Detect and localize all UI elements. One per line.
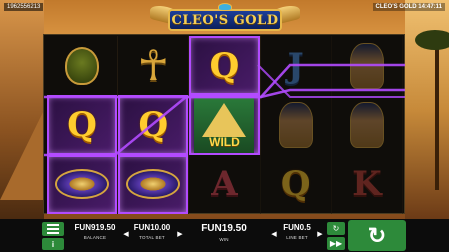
line-bet-label: LINE BET (286, 235, 308, 240)
pyramid-icon (202, 102, 247, 137)
game-logo: CLEO'S GOLD (150, 2, 300, 33)
wild-label: WILD (209, 134, 240, 149)
total-bet-label: TOTAL BET (139, 235, 165, 240)
wild-pyramid-symbol: WILD (194, 96, 255, 153)
menu-button[interactable] (42, 222, 64, 236)
reel-cell: Q (189, 36, 261, 96)
symbol-q: Q (209, 45, 240, 86)
line-bet-display: FUN0.5 LINE BET (278, 223, 316, 240)
cleopatra-symbol-icon (349, 101, 384, 148)
balance-display: FUN919.50 BALANCE (72, 223, 118, 240)
palm-tree-trunk (435, 40, 439, 190)
logo-gem-icon (218, 3, 232, 11)
reel-cell: A (189, 154, 261, 214)
menu-icon-line (47, 232, 59, 234)
menu-icon-line (47, 228, 59, 230)
symbol-q: Q (280, 164, 311, 205)
turbo-button[interactable]: ▶▶ (327, 237, 345, 250)
reel-cell (332, 36, 403, 96)
cleopatra-symbol-icon (349, 42, 384, 89)
pyramid-background (0, 110, 44, 200)
total-bet-value: FUN10.00 (133, 223, 171, 232)
reel-cell (47, 154, 119, 214)
symbol-k: K (352, 164, 382, 205)
win-display: FUN19.50 WIN (196, 223, 252, 242)
line-bet-increase-button[interactable]: ▶ (316, 229, 324, 239)
win-label: WIN (219, 237, 229, 242)
symbol-j: J (287, 45, 304, 86)
desert-scenery-right (405, 0, 449, 220)
reel-cell: WILD (189, 95, 261, 155)
reel-cell (332, 95, 403, 155)
info-button[interactable]: i (42, 238, 64, 250)
total-bet-display: FUN10.00 TOTAL BET (130, 223, 174, 240)
reel-cell: ☥ (118, 36, 190, 96)
symbol-q: Q (138, 104, 169, 145)
cleopatra-symbol-icon (278, 101, 313, 148)
balance-value: FUN919.50 (74, 223, 116, 232)
palm-tree-leaves (415, 30, 449, 50)
total-bet-increase-button[interactable]: ▶ (176, 229, 184, 239)
symbol-q: Q (67, 104, 97, 145)
menu-icon-line (47, 224, 59, 226)
line-bet-value: FUN0.5 (283, 223, 311, 232)
win-value: FUN19.50 (201, 223, 247, 234)
game-clock: CLEO'S GOLD 14:47:11 (372, 3, 445, 11)
total-bet-decrease-button[interactable]: ◀ (122, 229, 130, 239)
spin-button[interactable]: ↻ (348, 220, 406, 251)
reel-cell: Q (47, 95, 119, 155)
reel-cell (118, 154, 190, 214)
line-bet-decrease-button[interactable]: ◀ (270, 229, 278, 239)
symbol-a: A (211, 164, 238, 205)
reel-grid: ☥ Q J Q Q WILD A Q K (47, 36, 403, 214)
autoplay-button[interactable]: ↻ (327, 222, 345, 235)
reel-cell: Q (261, 154, 332, 214)
reel-area: ☥ Q J Q Q WILD A Q K (43, 34, 405, 214)
scarab-symbol-icon (57, 46, 112, 85)
logo-title: CLEO'S GOLD (168, 9, 282, 31)
reel-cell: K (332, 154, 403, 214)
reel-cell: Q (118, 95, 190, 155)
ankh-symbol-icon: ☥ (137, 41, 169, 89)
session-id: 1962556213 (4, 3, 44, 11)
reel-cell: J (261, 36, 332, 96)
balance-label: BALANCE (83, 235, 107, 240)
eye-of-horus-symbol-icon (55, 169, 110, 200)
reel-cell (261, 95, 332, 155)
eye-of-horus-symbol-icon (126, 169, 181, 200)
reel-cell (47, 36, 119, 96)
